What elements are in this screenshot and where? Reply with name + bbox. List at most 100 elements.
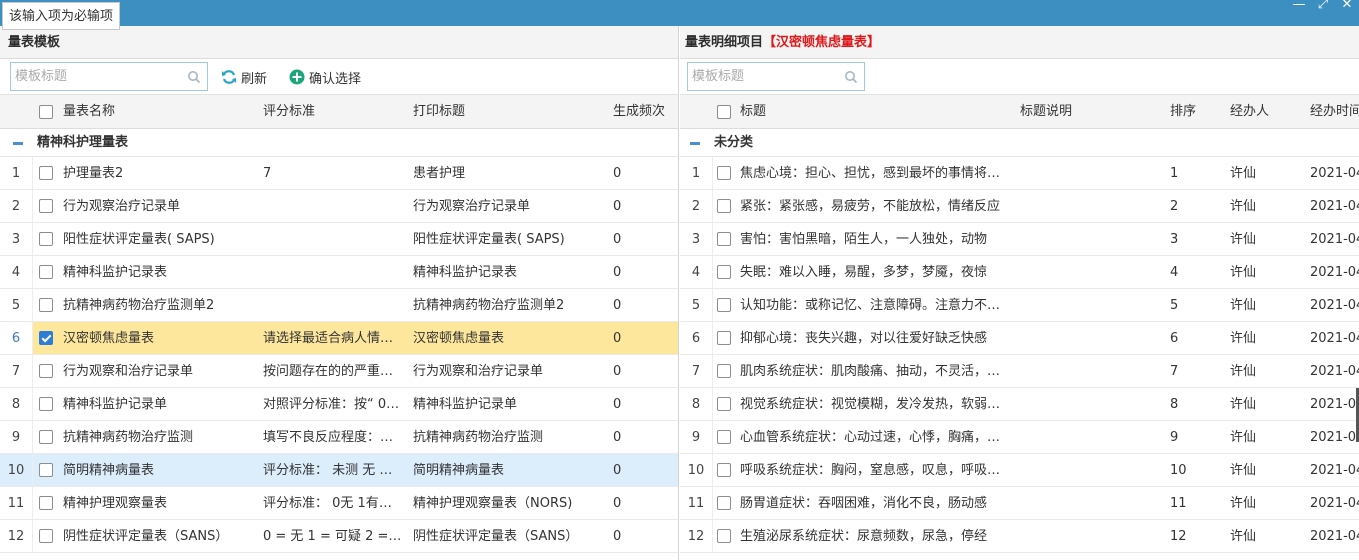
row-checkbox[interactable] xyxy=(39,496,53,510)
column-header-name[interactable]: 量表名称 xyxy=(63,95,253,128)
table-row[interactable]: 6汉密顿焦虑量表请选择最适合病人情况的答案汉密顿焦虑量表0 xyxy=(0,322,678,355)
minimize-icon[interactable]: — xyxy=(1287,0,1311,14)
template-search-box xyxy=(10,62,208,91)
column-header-criteria[interactable]: 评分标准 xyxy=(263,95,403,128)
row-checkbox[interactable] xyxy=(717,364,731,378)
cell-name: 精神科监护记录单 xyxy=(63,397,168,412)
collapse-icon[interactable] xyxy=(690,142,700,145)
row-number: 5 xyxy=(0,289,33,321)
table-row[interactable]: 12阴性症状评定量表（SANS）0 = 无 1 = 可疑 2 = 轻度阴性症状评… xyxy=(0,520,678,553)
cell-order: 10 xyxy=(1170,463,1187,478)
table-row[interactable]: 1 护理量表2 7 患者护理 0 xyxy=(0,157,678,190)
table-row[interactable]: 5 认知功能：或称记忆、注意障碍。注意力不能集中 5 许仙 2021-04 xyxy=(680,289,1359,322)
row-number: 6 xyxy=(680,322,713,354)
search-icon[interactable] xyxy=(844,70,858,84)
row-checkbox[interactable] xyxy=(717,529,731,543)
table-row[interactable]: 11 精神护理观察量表 评分标准： 0无 1有时有 精神护理观察量表（NORS) 0 xyxy=(0,487,678,520)
detail-search-box xyxy=(687,62,865,91)
row-checkbox[interactable] xyxy=(717,265,731,279)
table-row[interactable]: 8 精神科监护记录单 对照评分标准：按“ 0”... 精神科监护记录单 0 xyxy=(0,388,678,421)
row-checkbox[interactable] xyxy=(39,463,53,477)
column-header-time[interactable]: 经办时间 xyxy=(1310,95,1359,128)
cell-handler: 许仙 xyxy=(1230,463,1257,478)
row-checkbox[interactable] xyxy=(39,529,53,543)
cell-order: 5 xyxy=(1170,298,1179,313)
row-checkbox[interactable] xyxy=(717,331,731,345)
table-row[interactable]: 10 呼吸系统症状：胸闷，窒息感，叹息，呼吸困难 10 许仙 2021-04 xyxy=(680,454,1359,487)
table-row[interactable]: 8 视觉系统症状：视觉模糊，发冷发热，软弱无力 8 许仙 2021-04 xyxy=(680,388,1359,421)
row-checkbox[interactable] xyxy=(39,397,53,411)
close-icon[interactable]: ✕ xyxy=(1335,0,1359,14)
table-row[interactable]: 4 失眠：难以入睡，易醒，多梦，梦魇，夜惊 4 许仙 2021-04 xyxy=(680,256,1359,289)
table-row[interactable]: 9 抗精神病药物治疗监测 填写不良反应程度：轻度... 抗精神病药物治疗监测 0 xyxy=(0,421,678,454)
select-all-checkbox[interactable] xyxy=(39,105,53,119)
table-row[interactable]: 9 心血管系统症状：心动过速，心悸，胸痛，心管跳动感 9 许仙 2021-04 xyxy=(680,421,1359,454)
cell-print-title: 精神护理观察量表（NORS) xyxy=(413,496,573,511)
row-checkbox[interactable] xyxy=(717,298,731,312)
detail-title-scale-name: 【汉密顿焦虑量表】 xyxy=(763,35,881,50)
table-row[interactable]: 6 抑郁心境：丧失兴趣，对以往爱好缺乏快感 6 许仙 2021-04 xyxy=(680,322,1359,355)
cell-order: 12 xyxy=(1170,529,1187,544)
row-checkbox[interactable] xyxy=(39,298,53,312)
refresh-icon xyxy=(222,70,236,84)
cell-criteria xyxy=(263,223,403,255)
row-checkbox[interactable] xyxy=(39,199,53,213)
template-toolbar: 刷新 确认选择 xyxy=(0,59,678,95)
table-row[interactable]: 4 精神科监护记录表 精神科监护记录表 0 xyxy=(0,256,678,289)
table-row[interactable]: 7行为观察和治疗记录单按问题存在的的严重程度评分行为观察和治疗记录单0 xyxy=(0,355,678,388)
cell-print-title: 行为观察和治疗记录单 xyxy=(413,364,544,379)
row-checkbox[interactable] xyxy=(39,331,53,345)
column-header-description[interactable]: 标题说明 xyxy=(1020,95,1160,128)
cell-print-title: 行为观察治疗记录单 xyxy=(413,199,531,214)
row-checkbox[interactable] xyxy=(717,430,731,444)
row-number: 2 xyxy=(0,190,33,222)
row-number: 8 xyxy=(680,388,713,420)
row-checkbox[interactable] xyxy=(39,364,53,378)
table-row[interactable]: 2 行为观察治疗记录单 行为观察治疗记录单 0 xyxy=(0,190,678,223)
table-row[interactable]: 10 简明精神病量表 评分标准： 未测 无 很轻 简明精神病量表 0 xyxy=(0,454,678,487)
confirm-selection-button[interactable]: 确认选择 xyxy=(289,67,361,87)
row-number: 6 xyxy=(0,322,33,354)
column-header-frequency[interactable]: 生成频次 xyxy=(613,95,678,128)
row-checkbox[interactable] xyxy=(39,166,53,180)
confirm-selection-label: 确认选择 xyxy=(309,71,362,87)
table-row[interactable]: 12 生殖泌尿系统症状：尿意频数，尿急，停经 12 许仙 2021-04 xyxy=(680,520,1359,553)
row-checkbox[interactable] xyxy=(717,199,731,213)
template-grid-body: 1 护理量表2 7 患者护理 0 2 行为观察治疗记录单 行为观察治疗记录单 0 3 阳性症状评定量… xyxy=(0,157,678,553)
row-checkbox[interactable] xyxy=(39,265,53,279)
group-row[interactable]: 未分类 xyxy=(680,129,1359,157)
row-checkbox[interactable] xyxy=(717,463,731,477)
row-checkbox[interactable] xyxy=(39,430,53,444)
column-header-print-title[interactable]: 打印标题 xyxy=(413,95,603,128)
row-checkbox[interactable] xyxy=(39,232,53,246)
row-number: 10 xyxy=(0,454,33,486)
table-row[interactable]: 3 阳性症状评定量表( SAPS) 阳性症状评定量表( SAPS) 0 xyxy=(0,223,678,256)
collapse-icon[interactable] xyxy=(13,142,23,145)
column-header-handler[interactable]: 经办人 xyxy=(1230,95,1300,128)
table-row[interactable]: 11 肠胃道症状：吞咽困难，消化不良，肠动感 11 许仙 2021-04 xyxy=(680,487,1359,520)
cell-criteria: 填写不良反应程度：轻度... xyxy=(263,430,403,445)
required-field-tooltip: 该输入项为必输项 xyxy=(2,2,121,30)
detail-search-input[interactable] xyxy=(688,63,864,90)
table-row[interactable]: 7 肌肉系统症状：肌肉酸痛、抽动，不灵活，肌肉抽动 7 许仙 2021-04 xyxy=(680,355,1359,388)
search-icon[interactable] xyxy=(187,70,201,84)
column-header-order[interactable]: 排序 xyxy=(1170,95,1220,128)
row-checkbox[interactable] xyxy=(717,397,731,411)
cell-title: 肠胃道症状：吞咽困难，消化不良，肠动感 xyxy=(740,496,988,511)
select-all-checkbox[interactable] xyxy=(717,105,731,119)
row-checkbox[interactable] xyxy=(717,232,731,246)
table-row[interactable]: 3 害怕：害怕黑暗，陌生人，一人独处，动物 3 许仙 2021-04 xyxy=(680,223,1359,256)
cell-time: 2021-04 xyxy=(1310,496,1359,511)
maximize-icon[interactable]: ⤢ xyxy=(1311,0,1335,14)
table-row[interactable]: 2 紧张：紧张感，易疲劳，不能放松，情绪反应 2 许仙 2021-04 xyxy=(680,190,1359,223)
refresh-button[interactable]: 刷新 xyxy=(221,67,267,87)
template-search-input[interactable] xyxy=(11,63,207,90)
column-header-title[interactable]: 标题 xyxy=(740,95,1030,128)
table-row[interactable]: 5 抗精神病药物治疗监测单2 抗精神病药物治疗监测单2 0 xyxy=(0,289,678,322)
table-row[interactable]: 1 焦虑心境：担心、担忧，感到最坏的事情将要发生 1 许仙 2021-04 xyxy=(680,157,1359,190)
group-row[interactable]: 精神科护理量表 xyxy=(0,129,678,157)
row-checkbox[interactable] xyxy=(717,166,731,180)
detail-toolbar xyxy=(680,59,1359,95)
cell-criteria xyxy=(263,289,403,321)
row-checkbox[interactable] xyxy=(717,496,731,510)
